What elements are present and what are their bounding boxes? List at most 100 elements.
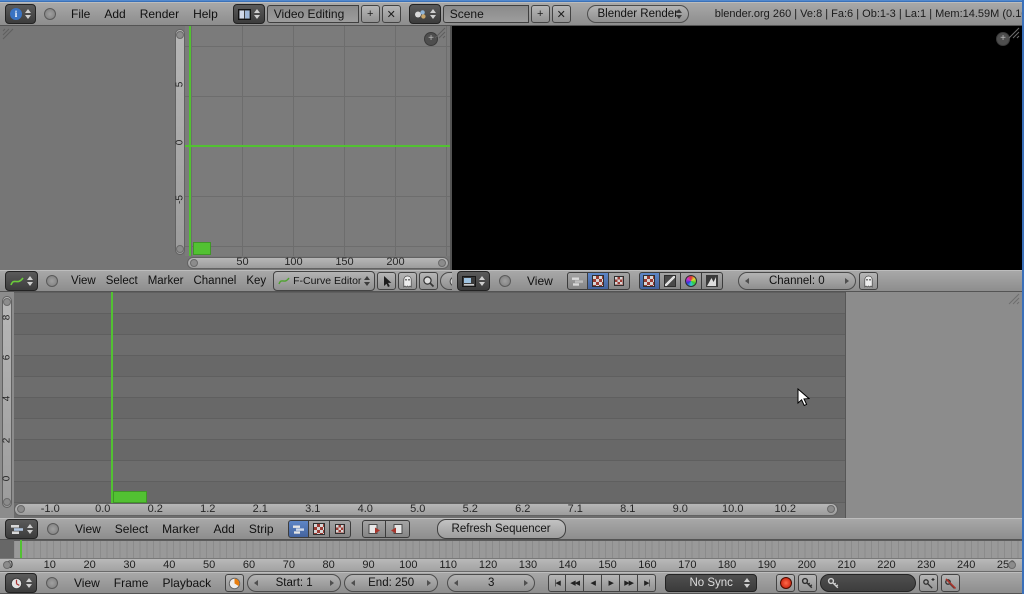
menu-item[interactable]: View xyxy=(67,576,107,590)
image-channel-toggle[interactable] xyxy=(639,272,660,290)
menu-item[interactable]: Select xyxy=(101,275,143,287)
editor-type-button-timeline[interactable] xyxy=(5,573,37,593)
menu-item[interactable]: Marker xyxy=(155,522,206,536)
insert-keyframe-button[interactable] xyxy=(919,574,938,592)
menu-item[interactable]: View xyxy=(520,274,560,288)
decrement-arrow-icon[interactable] xyxy=(254,580,258,586)
decrement-arrow-icon[interactable] xyxy=(351,580,355,586)
playback-button[interactable]: ▶ xyxy=(602,574,620,592)
image-preview-toggle[interactable] xyxy=(309,520,330,538)
menu-item[interactable]: View xyxy=(66,275,101,287)
channel-slider[interactable]: Channel: 0 xyxy=(738,272,856,290)
ghost-curves-button[interactable] xyxy=(398,272,417,290)
sequence-view-toggle[interactable] xyxy=(567,272,588,290)
menu-item[interactable]: Marker xyxy=(143,275,189,287)
ghost-frames-button[interactable] xyxy=(859,272,878,290)
menu-item[interactable]: Add xyxy=(207,522,242,536)
render-engine-select[interactable]: Blender Render xyxy=(587,5,689,23)
delete-screen-button[interactable]: ✕ xyxy=(382,5,401,23)
header-collapse-pin[interactable] xyxy=(46,275,58,287)
timeline-ticks-area[interactable] xyxy=(0,540,1024,558)
sequencer-preview-area[interactable]: + xyxy=(452,26,1024,270)
start-frame-slider[interactable]: Start: 1 xyxy=(247,574,341,592)
header-collapse-pin[interactable] xyxy=(499,275,511,287)
timeline-current-frame-line[interactable] xyxy=(20,540,22,558)
ruler-right-cap[interactable] xyxy=(1008,561,1016,569)
menu-item[interactable]: Select xyxy=(108,522,155,536)
preview-range-button[interactable] xyxy=(225,574,244,592)
area-corner-handle[interactable] xyxy=(1008,293,1020,305)
menu-item[interactable]: Key xyxy=(241,275,271,287)
playback-button[interactable]: ▶| xyxy=(638,574,656,592)
cursor-tool-button[interactable] xyxy=(377,272,396,290)
scene-icon-button[interactable] xyxy=(409,4,441,24)
graph-view[interactable] xyxy=(185,26,450,256)
increment-arrow-icon[interactable] xyxy=(330,580,334,586)
playback-button[interactable]: ▶▶ xyxy=(620,574,638,592)
ruler-left-cap[interactable] xyxy=(3,561,11,569)
menu-item[interactable]: Render xyxy=(133,7,186,21)
image-preview-toggle[interactable] xyxy=(588,272,609,290)
copy-strips-button[interactable] xyxy=(362,520,386,538)
sequence-view-toggle[interactable] xyxy=(288,520,309,538)
header-collapse-pin[interactable] xyxy=(46,577,58,589)
sequencer-channels-view[interactable] xyxy=(14,292,846,518)
graph-y-tick: 5 xyxy=(175,76,186,94)
histogram-toggle[interactable] xyxy=(702,272,723,290)
decrement-arrow-icon[interactable] xyxy=(454,580,458,586)
area-corner-handle[interactable] xyxy=(1008,27,1020,39)
increment-arrow-icon[interactable] xyxy=(427,580,431,586)
decrement-arrow-icon[interactable] xyxy=(745,278,749,284)
menu-item[interactable]: File xyxy=(64,7,97,21)
increment-arrow-icon[interactable] xyxy=(524,580,528,586)
sync-mode-select[interactable]: No Sync xyxy=(665,574,757,592)
menu-item[interactable]: Frame xyxy=(107,576,156,590)
add-scene-button[interactable]: + xyxy=(531,5,550,23)
menu-item[interactable]: Playback xyxy=(155,576,218,590)
sequencer-current-frame-line[interactable] xyxy=(111,292,113,511)
sequencer-menus: ViewSelectMarkerAddStrip xyxy=(68,522,281,536)
menu-item[interactable]: Channel xyxy=(188,275,241,287)
menu-item[interactable]: Help xyxy=(186,7,225,21)
graph-selected-key[interactable] xyxy=(193,242,211,255)
graph-editor-area[interactable]: + 50-5 50100150200 xyxy=(0,26,452,270)
delete-keyframe-button[interactable] xyxy=(941,574,960,592)
delete-scene-button[interactable]: ✕ xyxy=(552,5,571,23)
keying-mode-button[interactable] xyxy=(798,574,817,592)
keying-set-field[interactable] xyxy=(820,574,916,592)
area-corner-handle[interactable] xyxy=(2,28,14,40)
sequence-and-preview-toggle[interactable] xyxy=(609,272,630,290)
preview-menus: View xyxy=(520,274,560,288)
editor-type-button-preview[interactable] xyxy=(457,271,490,291)
area-corner-handle[interactable] xyxy=(434,27,446,39)
scene-name-field[interactable]: Scene xyxy=(443,5,529,23)
paste-strips-button[interactable] xyxy=(386,520,410,538)
filters-button[interactable]: Filters xyxy=(440,272,452,290)
screen-layout-icon-button[interactable] xyxy=(233,4,265,24)
zoom-tool-button[interactable] xyxy=(419,272,438,290)
add-screen-button[interactable]: + xyxy=(361,5,380,23)
sequencer-area[interactable]: 86420 -1.00.00.21.22.13.14.05.05.26.27.1… xyxy=(0,292,1024,518)
refresh-sequencer-button[interactable]: Refresh Sequencer xyxy=(437,519,566,539)
editor-type-button-sequencer[interactable] xyxy=(5,519,38,539)
auto-keyframe-button[interactable] xyxy=(776,574,795,592)
menu-item[interactable]: View xyxy=(68,522,108,536)
header-collapse-pin[interactable] xyxy=(44,8,56,20)
chroma-vectorscope-toggle[interactable] xyxy=(681,272,702,290)
luma-waveform-toggle[interactable] xyxy=(660,272,681,290)
graph-current-frame-line[interactable] xyxy=(189,26,191,256)
end-frame-slider[interactable]: End: 250 xyxy=(344,574,438,592)
graph-mode-select[interactable]: F-Curve Editor xyxy=(273,271,375,291)
editor-type-button-graph[interactable] xyxy=(5,271,38,291)
screen-name-field[interactable]: Video Editing xyxy=(267,5,359,23)
header-collapse-pin[interactable] xyxy=(47,523,59,535)
current-frame-slider[interactable]: 3 xyxy=(447,574,535,592)
increment-arrow-icon[interactable] xyxy=(845,278,849,284)
menu-item[interactable]: Strip xyxy=(242,522,281,536)
playback-button[interactable]: |◀ xyxy=(548,574,566,592)
playback-button[interactable]: ◀ xyxy=(584,574,602,592)
playback-button[interactable]: ◀◀ xyxy=(566,574,584,592)
sequence-and-preview-toggle[interactable] xyxy=(330,520,351,538)
editor-type-button-info[interactable]: i xyxy=(5,4,36,24)
menu-item[interactable]: Add xyxy=(97,7,132,21)
